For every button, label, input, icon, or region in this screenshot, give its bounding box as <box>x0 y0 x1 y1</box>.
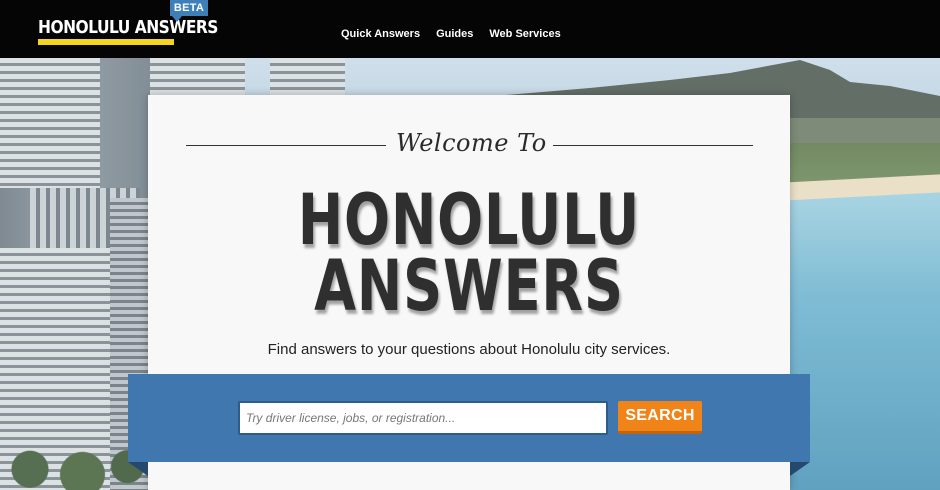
search-button[interactable]: SEARCH <box>618 401 702 434</box>
search-input[interactable] <box>238 401 608 435</box>
divider-left <box>186 145 386 146</box>
main-nav: Quick Answers Guides Web Services <box>341 28 561 40</box>
title-line-1: HONOLULU <box>297 179 641 261</box>
logo-underline <box>38 39 174 45</box>
page-subtitle: Find answers to your questions about Hon… <box>267 341 671 358</box>
logo-text: HONOLULU ANSWERS <box>38 17 218 38</box>
nav-link-web-services[interactable]: Web Services <box>489 28 560 40</box>
band-fold-left <box>128 462 148 476</box>
nav-link-quick-answers[interactable]: Quick Answers <box>341 28 420 40</box>
beta-badge-tail <box>172 16 182 22</box>
band-fold-right <box>790 462 810 476</box>
search-band: SEARCH <box>128 374 810 462</box>
divider-right <box>553 145 753 146</box>
top-nav-bar: HONOLULU ANSWERS BETA Quick Answers Guid… <box>0 0 940 58</box>
page-title: HONOLULU ANSWERS <box>148 179 790 327</box>
beta-badge: BETA <box>170 0 208 16</box>
nav-link-guides[interactable]: Guides <box>436 28 473 40</box>
welcome-heading: Welcome To <box>396 129 547 157</box>
title-line-2: ANSWERS <box>314 245 624 327</box>
